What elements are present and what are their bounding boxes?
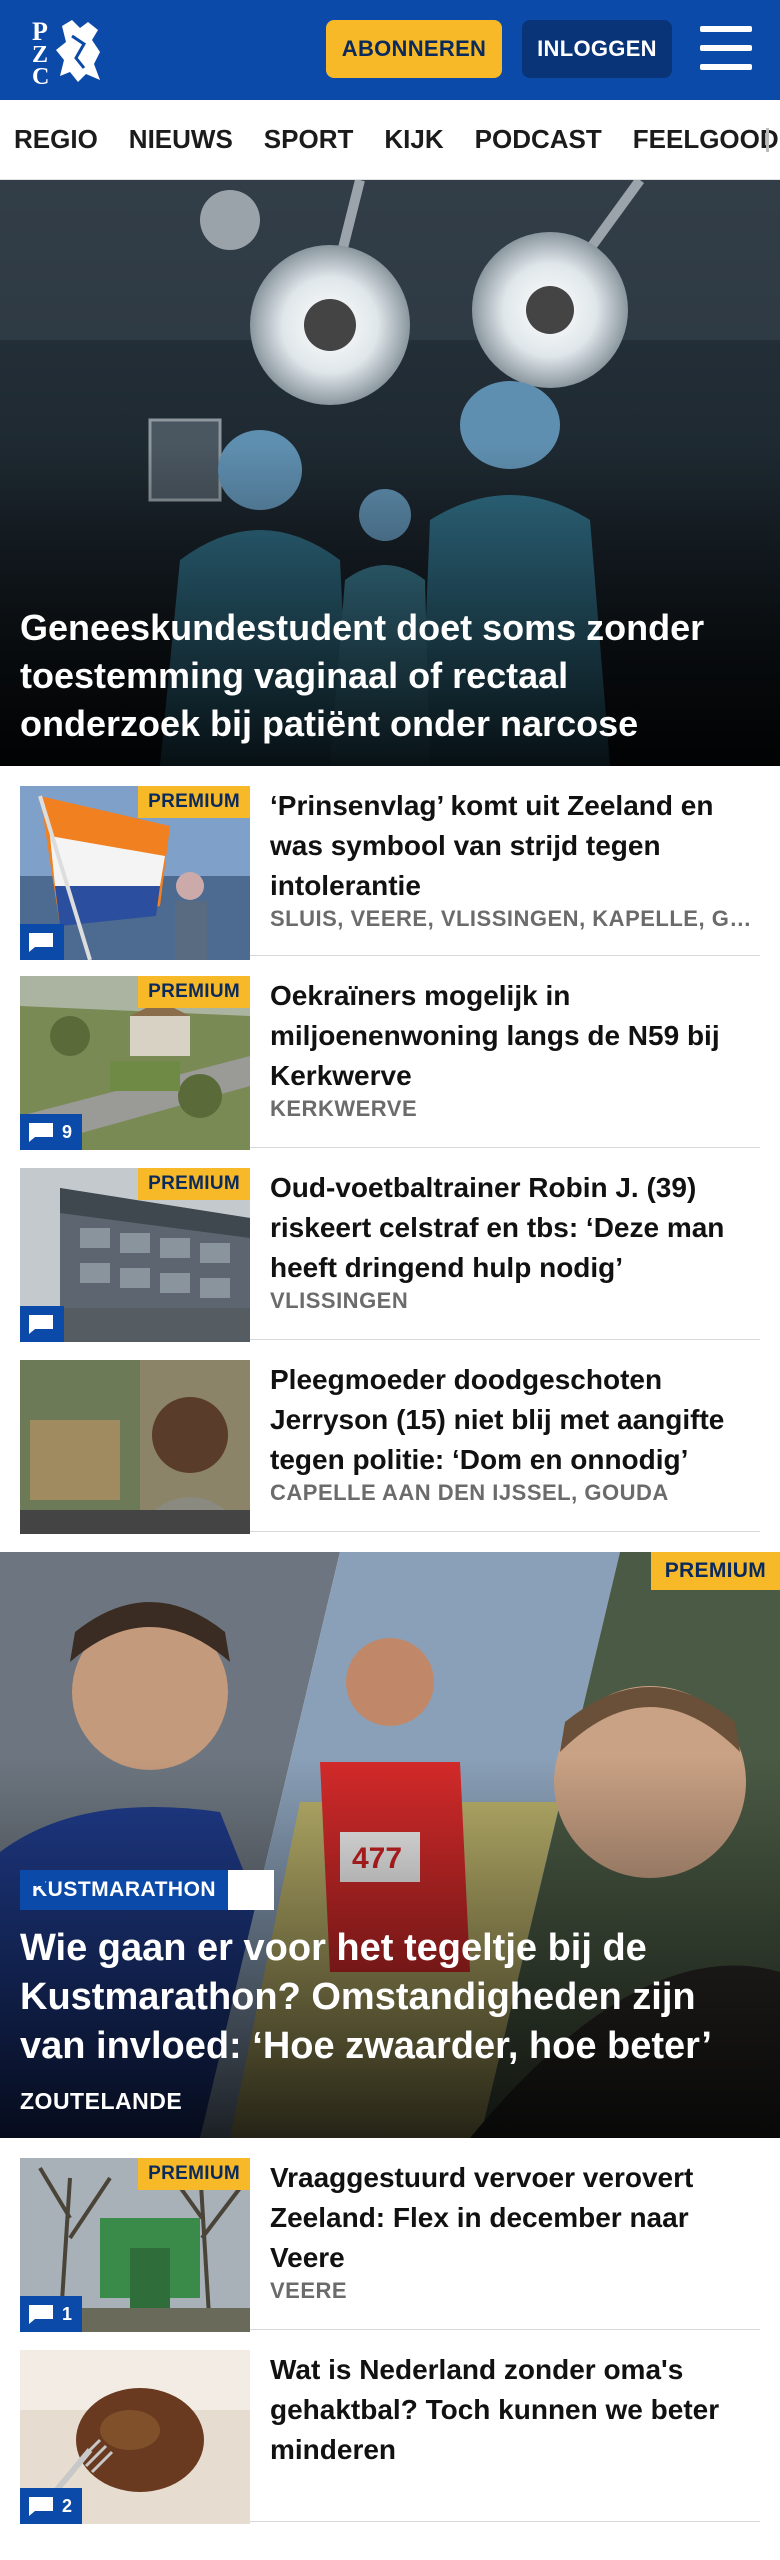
comment-icon[interactable] bbox=[21, 1870, 275, 1910]
site-header: P Z C ABONNEREN INLOGGEN bbox=[0, 0, 780, 100]
comment-count: 9 bbox=[62, 1121, 73, 1142]
article-location: VEERE bbox=[270, 2278, 348, 2303]
section-nav: REGIO NIEUWS SPORT KIJK PODCAST FEELGOOD bbox=[0, 100, 780, 180]
article-thumbnail: 2 bbox=[20, 2350, 250, 2524]
feature-article[interactable]: 477 PREMIUM KUSTMARATHON Wie gaan er voo… bbox=[0, 1552, 780, 2138]
hero-headline[interactable]: Geneeskundestudent doet soms zonder toes… bbox=[20, 604, 750, 748]
comment-count-badge[interactable] bbox=[20, 924, 64, 960]
comment-icon bbox=[29, 933, 53, 952]
nav-item-kijk[interactable]: KIJK bbox=[384, 124, 443, 155]
comment-icon bbox=[29, 1315, 53, 1334]
nav-item-podcast[interactable]: PODCAST bbox=[475, 124, 602, 155]
comment-icon bbox=[29, 2497, 53, 2516]
category-label[interactable]: KUSTMARATHON bbox=[20, 1870, 229, 1910]
list-item[interactable]: PREMIUM 1 Vraaggestuurd vervoer verovert… bbox=[20, 2138, 760, 2332]
article-thumbnail bbox=[20, 1360, 250, 1534]
comment-icon bbox=[29, 2305, 53, 2324]
article-headline[interactable]: Oud-voetbaltrainer Robin J. (39) riskeer… bbox=[270, 1168, 760, 1288]
nav-item-feelgood[interactable]: FEELGOOD bbox=[633, 124, 779, 155]
feature-headline[interactable]: Wie gaan er voor het tegeltje bij de Kus… bbox=[20, 1924, 760, 2071]
comment-count: 1 bbox=[62, 2303, 73, 2324]
article-headline[interactable]: ‘Prinsenvlag’ komt uit Zeeland en was sy… bbox=[270, 786, 760, 906]
premium-badge: PREMIUM bbox=[138, 976, 250, 1008]
premium-badge: PREMIUM bbox=[138, 1168, 250, 1200]
premium-badge: PREMIUM bbox=[650, 1552, 780, 1590]
login-button[interactable]: INLOGGEN bbox=[522, 20, 672, 78]
article-thumbnail: PREMIUM 1 bbox=[20, 2158, 250, 2332]
subscribe-button[interactable]: ABONNEREN bbox=[326, 20, 502, 78]
list-item[interactable]: PREMIUM Oud-voetbaltrainer Robin J. (39)… bbox=[20, 1148, 760, 1342]
list-item[interactable]: Pleegmoeder doodgeschoten Jerryson (15) … bbox=[20, 1340, 760, 1534]
article-thumbnail: PREMIUM 9 bbox=[20, 976, 250, 1150]
nav-item-sport[interactable]: SPORT bbox=[264, 124, 354, 155]
comment-count-badge[interactable] bbox=[20, 1306, 64, 1342]
nav-item-regio[interactable]: REGIO bbox=[14, 124, 98, 155]
article-headline[interactable]: Wat is Nederland zonder oma's gehaktbal?… bbox=[270, 2350, 760, 2470]
premium-badge: PREMIUM bbox=[138, 786, 250, 818]
nav-overflow-indicator bbox=[766, 128, 769, 152]
comment-count-badge[interactable]: 1 bbox=[20, 2296, 83, 2332]
comment-icon bbox=[29, 1123, 53, 1142]
article-location: VLISSINGEN bbox=[270, 1288, 409, 1313]
list-item[interactable]: PREMIUM ‘Prinsenvlag’ komt uit Zeeland e… bbox=[20, 766, 760, 960]
nav-item-nieuws[interactable]: NIEUWS bbox=[129, 124, 233, 155]
hero-article[interactable]: Geneeskundestudent doet soms zonder toes… bbox=[0, 180, 780, 766]
article-headline[interactable]: Oekraïners mogelijk in miljoenenwoning l… bbox=[270, 976, 760, 1096]
list-item[interactable]: 2 Wat is Nederland zonder oma's gehaktba… bbox=[20, 2330, 760, 2524]
pzc-logo[interactable]: P Z C bbox=[28, 14, 112, 90]
comment-count-badge[interactable]: 9 bbox=[20, 1114, 83, 1150]
list-item[interactable]: PREMIUM 9 Oekraïners mogelijk in miljoen… bbox=[20, 956, 760, 1150]
article-headline[interactable]: Pleegmoeder doodgeschoten Jerryson (15) … bbox=[270, 1360, 760, 1480]
feature-kicker[interactable]: KUSTMARATHON bbox=[20, 1870, 275, 1910]
svg-text:C: C bbox=[32, 64, 49, 86]
article-headline[interactable]: Vraaggestuurd vervoer verovert Zeeland: … bbox=[270, 2158, 760, 2278]
comment-count: 2 bbox=[62, 2495, 73, 2516]
article-thumbnail: PREMIUM bbox=[20, 786, 250, 960]
article-location: SLUIS, VEERE, VLISSINGEN, KAPELLE, GOES bbox=[270, 906, 760, 931]
feature-location: ZOUTELANDE bbox=[20, 2088, 183, 2114]
article-location: CAPELLE AAN DEN IJSSEL, GOUDA bbox=[270, 1480, 669, 1505]
article-thumbnail: PREMIUM bbox=[20, 1168, 250, 1342]
article-location: KERKWERVE bbox=[270, 1096, 418, 1121]
hamburger-menu-icon[interactable] bbox=[700, 26, 752, 70]
comment-count-badge[interactable]: 2 bbox=[20, 2488, 83, 2524]
premium-badge: PREMIUM bbox=[138, 2158, 250, 2190]
